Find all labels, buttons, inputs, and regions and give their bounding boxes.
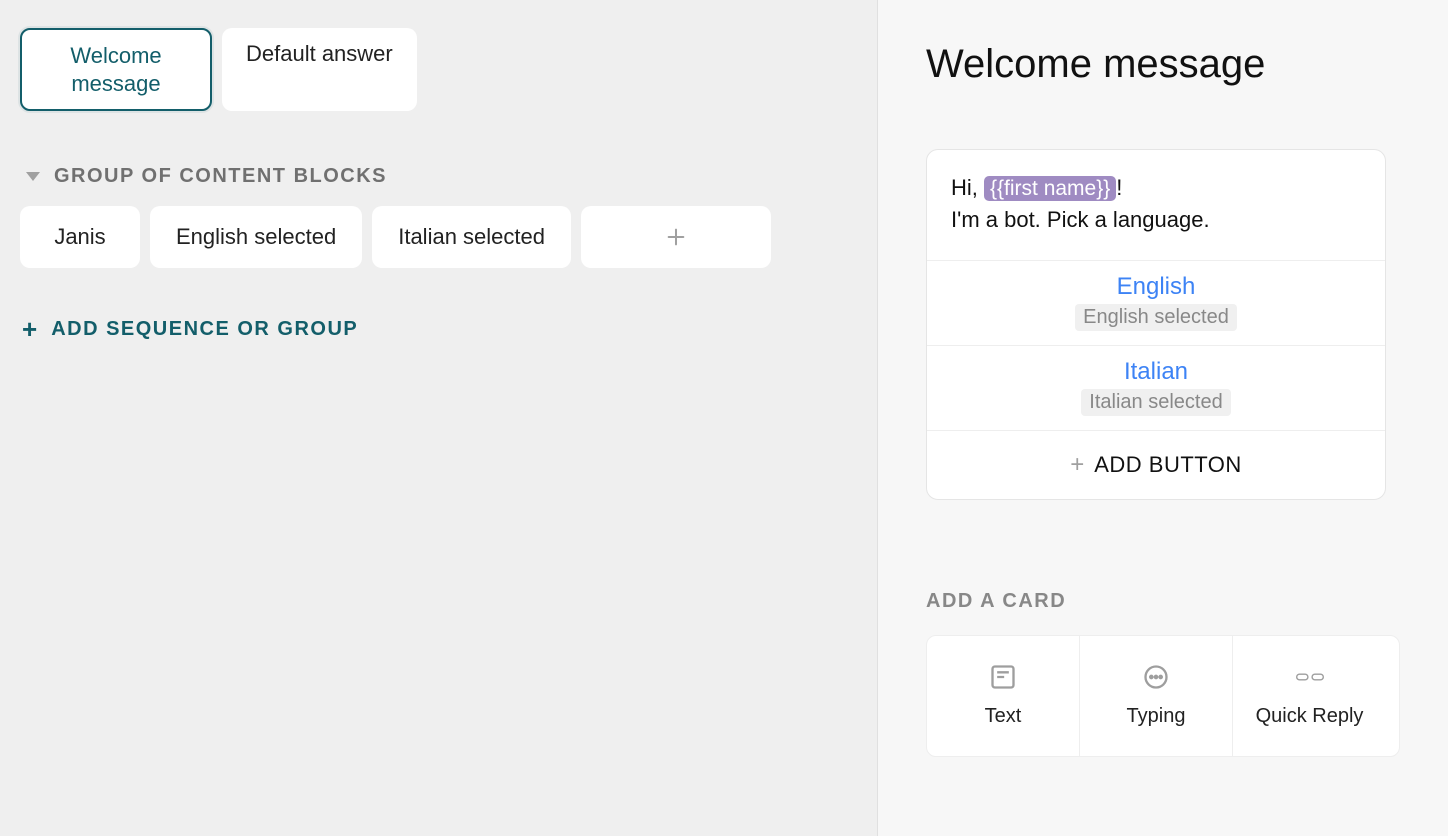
msg-pre: Hi, (951, 175, 984, 200)
option-italian[interactable]: Italian Italian selected (927, 345, 1385, 430)
top-chip-row: Welcome message Default answer (20, 28, 857, 111)
add-card-heading: ADD A CARD (926, 590, 1400, 613)
block-row: Janis English selected Italian selected (20, 206, 857, 268)
card-type-label: Typing (1127, 705, 1186, 728)
group-title: GROUP OF CONTENT BLOCKS (54, 165, 387, 188)
variable-chip-first-name[interactable]: {{first name}} (984, 176, 1116, 201)
msg-line2: I'm a bot. Pick a language. (951, 207, 1210, 232)
msg-post: ! (1116, 175, 1122, 200)
quick-reply-icon (1296, 663, 1324, 691)
plus-icon: + (1070, 451, 1084, 479)
page-title: Welcome message (926, 42, 1400, 87)
add-block-button[interactable] (581, 206, 771, 268)
card-types-row: Text Typing Quick Reply (926, 635, 1400, 757)
message-card: Hi, {{first name}}! I'm a bot. Pick a la… (926, 149, 1386, 500)
option-label: English (927, 273, 1385, 302)
text-icon (989, 663, 1017, 691)
option-sub: English selected (1075, 304, 1237, 331)
plus-icon: + (22, 316, 37, 342)
add-sequence-button[interactable]: + ADD SEQUENCE OR GROUP (20, 316, 857, 342)
right-panel: Welcome message Hi, {{first name}}! I'm … (878, 0, 1448, 836)
add-button-label: ADD BUTTON (1094, 452, 1242, 478)
card-type-text[interactable]: Text (927, 636, 1080, 756)
add-sequence-label: ADD SEQUENCE OR GROUP (51, 318, 358, 341)
option-english[interactable]: English English selected (927, 260, 1385, 345)
block-english-selected[interactable]: English selected (150, 206, 362, 268)
left-panel: Welcome message Default answer GROUP OF … (0, 0, 878, 836)
plus-icon (665, 226, 687, 248)
add-button-row[interactable]: + ADD BUTTON (927, 430, 1385, 499)
card-type-label: Quick Reply (1256, 705, 1364, 728)
block-italian-selected[interactable]: Italian selected (372, 206, 571, 268)
collapse-triangle-icon[interactable] (26, 172, 40, 181)
message-body[interactable]: Hi, {{first name}}! I'm a bot. Pick a la… (927, 150, 1385, 260)
chip-default-answer[interactable]: Default answer (222, 28, 417, 111)
card-type-label: Text (985, 705, 1022, 728)
card-type-typing[interactable]: Typing (1080, 636, 1233, 756)
group-header: GROUP OF CONTENT BLOCKS (20, 165, 857, 188)
option-sub: Italian selected (1081, 389, 1230, 416)
typing-icon (1142, 663, 1170, 691)
chip-welcome-message[interactable]: Welcome message (20, 28, 212, 111)
card-type-quick-reply[interactable]: Quick Reply (1233, 636, 1386, 756)
block-janis[interactable]: Janis (20, 206, 140, 268)
option-label: Italian (927, 358, 1385, 387)
